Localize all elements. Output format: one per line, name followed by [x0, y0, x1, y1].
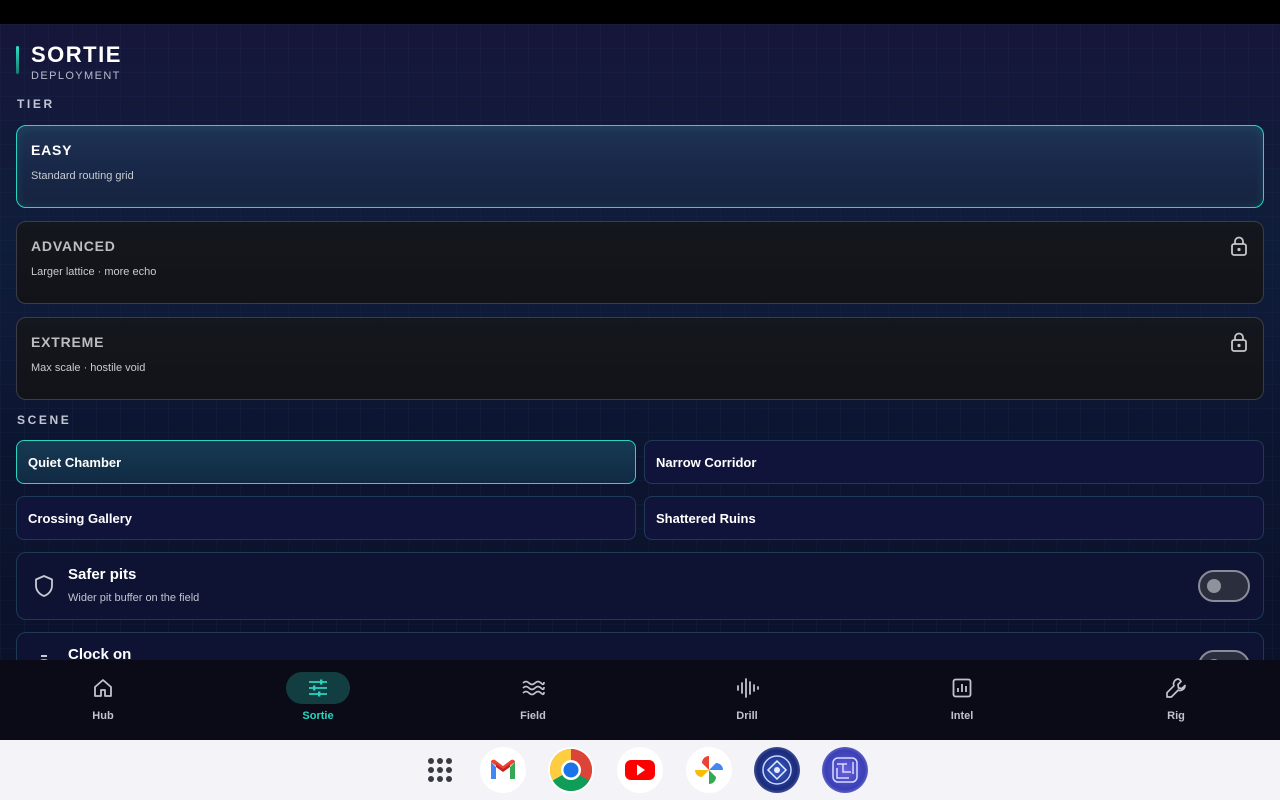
nav-label: Rig	[1167, 710, 1185, 722]
android-taskbar	[0, 740, 1280, 800]
scene-quiet-chamber[interactable]: Quiet Chamber	[16, 440, 636, 484]
nav-label: Field	[520, 710, 546, 722]
waves-icon	[522, 680, 545, 696]
chart-icon	[952, 678, 972, 698]
tier-name: ADVANCED	[31, 238, 116, 254]
scene-label: Crossing Gallery	[28, 511, 133, 526]
toggle-description: Wider pit buffer on the field	[68, 592, 200, 604]
status-bar	[0, 0, 1280, 24]
nav-item-field[interactable]: Field	[473, 660, 593, 740]
switch-knob	[1207, 579, 1221, 593]
nav-item-hub[interactable]: Hub	[43, 660, 163, 740]
sliders-icon	[309, 679, 327, 697]
tier-description: Max scale · hostile void	[31, 362, 146, 374]
chrome-icon[interactable]	[548, 747, 594, 793]
app-drawer-icon[interactable]	[417, 747, 463, 793]
scene-narrow-corridor[interactable]: Narrow Corridor	[644, 440, 1264, 484]
photos-icon[interactable]	[686, 747, 732, 793]
sortie-content: SORTIE DEPLOYMENT TIER EASY Standard rou…	[0, 24, 1280, 660]
header-accent-bar	[16, 46, 19, 74]
lock-icon	[1231, 332, 1247, 352]
scene-shattered-ruins[interactable]: Shattered Ruins	[644, 496, 1264, 540]
toggle-title: Safer pits	[68, 566, 137, 583]
app-screen: SORTIE DEPLOYMENT TIER EASY Standard rou…	[0, 24, 1280, 740]
maze-app-icon[interactable]	[822, 747, 868, 793]
nav-item-rig[interactable]: Rig	[1116, 660, 1236, 740]
home-icon	[94, 679, 112, 697]
scene-label: Quiet Chamber	[28, 455, 122, 470]
audio-wave-icon	[737, 678, 759, 698]
tier-section-label: TIER	[17, 97, 55, 111]
scene-section-label: SCENE	[17, 413, 72, 427]
page-subtitle: DEPLOYMENT	[31, 70, 121, 82]
tier-card-easy[interactable]: EASY Standard routing grid	[16, 125, 1264, 208]
page-title: SORTIE	[31, 42, 122, 67]
toggle-title: Clock on	[68, 646, 132, 660]
wrench-icon	[1166, 678, 1186, 698]
nav-item-drill[interactable]: Drill	[687, 660, 807, 740]
tier-description: Larger lattice · more echo	[31, 266, 157, 278]
nav-label: Intel	[950, 710, 974, 722]
tier-name: EXTREME	[31, 334, 105, 350]
scene-label: Narrow Corridor	[656, 455, 757, 470]
tier-description: Standard routing grid	[31, 170, 134, 182]
tier-card-advanced[interactable]: ADVANCED Larger lattice · more echo	[16, 221, 1264, 304]
youtube-icon[interactable]	[617, 747, 663, 793]
tier-card-extreme[interactable]: EXTREME Max scale · hostile void	[16, 317, 1264, 400]
scene-crossing-gallery[interactable]: Crossing Gallery	[16, 496, 636, 540]
toggle-row-safer-pits[interactable]: Safer pits Wider pit buffer on the field	[16, 552, 1264, 620]
shield-icon	[35, 575, 53, 597]
tier-name: EASY	[31, 142, 73, 158]
scene-label: Shattered Ruins	[656, 511, 756, 526]
nav-label: Sortie	[302, 710, 334, 722]
bottom-navigation: Hub Sortie Field Drill Intel Rig	[0, 660, 1280, 740]
nav-item-intel[interactable]: Intel	[902, 660, 1022, 740]
lock-icon	[1231, 236, 1247, 256]
game-app-icon[interactable]	[754, 747, 800, 793]
nav-item-sortie[interactable]: Sortie	[258, 660, 378, 740]
safer-pits-switch[interactable]	[1198, 570, 1250, 602]
toggle-row-clock-on[interactable]: Clock on	[16, 632, 1264, 660]
gmail-icon[interactable]	[480, 747, 526, 793]
nav-label: Hub	[92, 710, 114, 722]
clock-on-switch[interactable]	[1198, 650, 1250, 660]
nav-label: Drill	[736, 710, 758, 722]
